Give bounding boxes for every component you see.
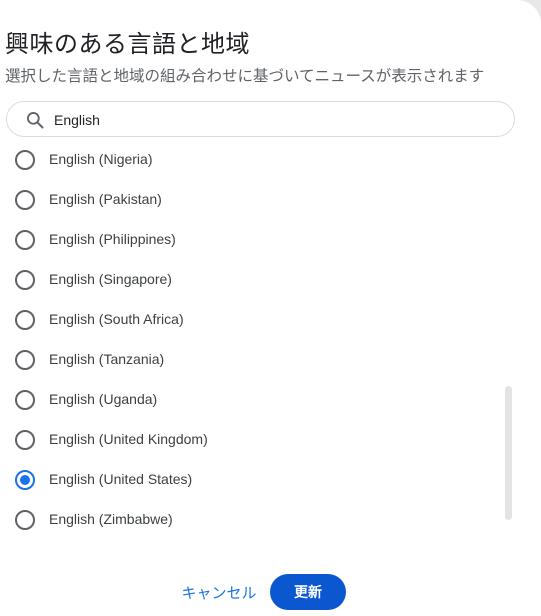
- list-item[interactable]: English (Uganda): [0, 380, 500, 420]
- list-item[interactable]: English (Nigeria): [0, 140, 500, 180]
- dialog-subtitle: 選択した言語と地域の組み合わせに基づいてニュースが表示されます: [5, 67, 485, 85]
- cancel-button[interactable]: キャンセル: [174, 575, 264, 609]
- radio-button[interactable]: [15, 430, 35, 450]
- option-label: English (Uganda): [49, 391, 158, 407]
- list-item[interactable]: English (South Africa): [0, 300, 500, 340]
- list-item[interactable]: English (Philippines): [0, 220, 500, 260]
- list-item[interactable]: English (United States): [0, 460, 500, 500]
- option-label: English (Singapore): [49, 271, 172, 287]
- radio-button[interactable]: [15, 470, 35, 490]
- list-item[interactable]: English (Zimbabwe): [0, 500, 500, 540]
- option-label: English (Zimbabwe): [49, 511, 173, 527]
- radio-button[interactable]: [15, 390, 35, 410]
- dialog-title: 興味のある言語と地域: [5, 30, 250, 58]
- search-icon: [27, 112, 44, 129]
- list-item[interactable]: English (Singapore): [0, 260, 500, 300]
- option-label: English (Philippines): [49, 231, 176, 247]
- option-label: English (South Africa): [49, 311, 184, 327]
- option-label: English (Pakistan): [49, 191, 162, 207]
- radio-button[interactable]: [15, 150, 35, 170]
- option-label: English (United Kingdom): [49, 431, 208, 447]
- radio-button[interactable]: [15, 510, 35, 530]
- option-label: English (Tanzania): [49, 351, 165, 367]
- radio-button[interactable]: [15, 310, 35, 330]
- list-scrollbar[interactable]: [505, 386, 512, 520]
- radio-button[interactable]: [15, 190, 35, 210]
- option-label: English (Nigeria): [49, 151, 153, 167]
- language-region-dialog: 興味のある言語と地域 選択した言語と地域の組み合わせに基づいてニュースが表示され…: [0, 0, 541, 616]
- list-item[interactable]: English (United Kingdom): [0, 420, 500, 460]
- radio-button[interactable]: [15, 350, 35, 370]
- option-list: English (Nigeria) English (Pakistan) Eng…: [0, 140, 500, 540]
- dialog-corner: [493, 0, 541, 48]
- language-region-list: English (Nigeria) English (Pakistan) Eng…: [0, 140, 520, 540]
- radio-button[interactable]: [15, 270, 35, 290]
- search-box[interactable]: [6, 101, 515, 137]
- list-item[interactable]: English (Tanzania): [0, 340, 500, 380]
- radio-button[interactable]: [15, 230, 35, 250]
- search-input[interactable]: [54, 109, 494, 131]
- option-label: English (United States): [49, 471, 193, 487]
- update-button[interactable]: 更新: [270, 574, 346, 610]
- list-item[interactable]: English (Pakistan): [0, 180, 500, 220]
